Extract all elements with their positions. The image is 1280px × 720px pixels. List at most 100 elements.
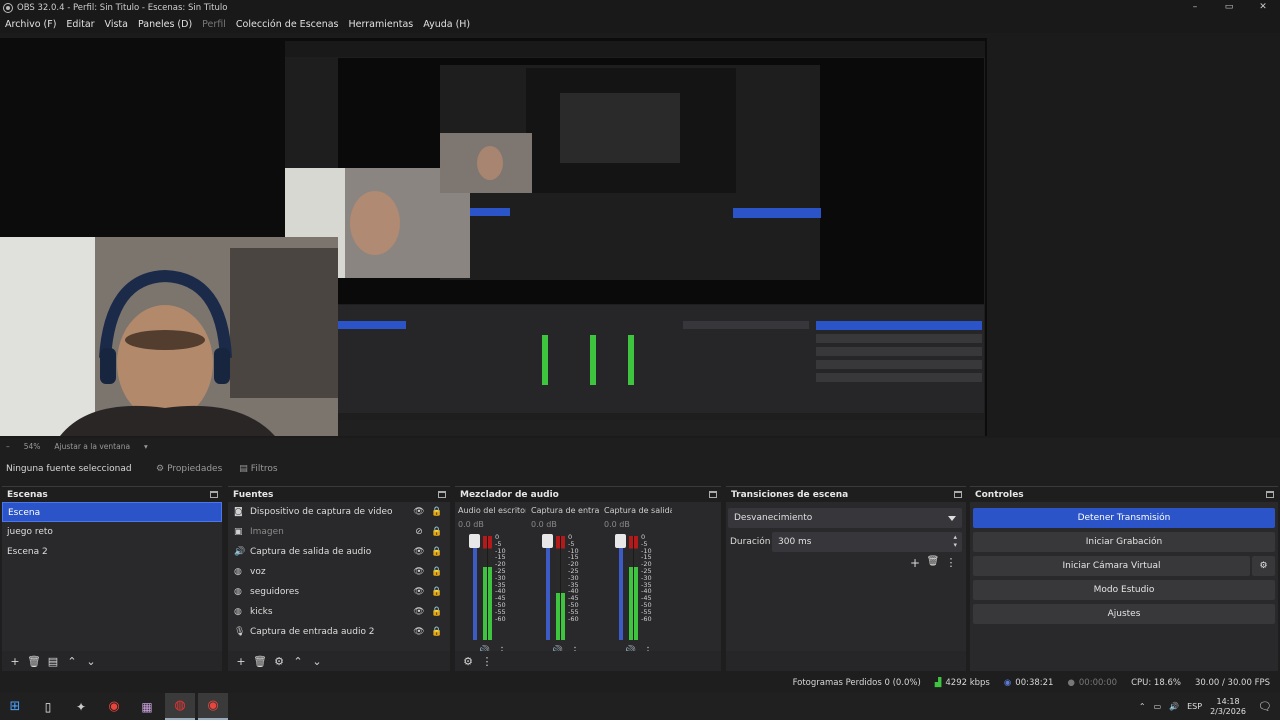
virtual-camera-settings-button[interactable]: ⚙ [1252, 556, 1275, 576]
move-up-icon[interactable]: ⌃ [64, 653, 80, 669]
zoom-out-button[interactable]: – [6, 442, 10, 451]
eye-icon[interactable]: 👁 [412, 607, 426, 617]
spin-arrows-icon[interactable]: ▴ ▾ [953, 533, 957, 549]
add-icon[interactable]: + [7, 653, 23, 669]
taskbar-app[interactable]: ▦ [132, 693, 162, 720]
taskbar-app[interactable]: ◉ [198, 693, 228, 720]
scenes-toolbar: + 🗑 ▤ ⌃ ⌄ [2, 651, 222, 671]
no-source-label: Ninguna fuente seleccionad [6, 463, 132, 474]
undock-icon[interactable] [709, 491, 717, 498]
volume-slider-track[interactable] [619, 536, 623, 640]
volume-slider-handle[interactable] [469, 534, 480, 548]
windows-logo-icon: ⊞ [9, 699, 21, 714]
gear-icon[interactable]: ⚙ [271, 653, 287, 669]
taskbar-app[interactable]: ◉ [99, 693, 129, 720]
notification-icon[interactable]: 🗨 [1258, 700, 1272, 713]
volume-slider-handle[interactable] [542, 534, 553, 548]
source-item[interactable]: ◍ kicks 👁 🔒 [228, 602, 450, 622]
eye-icon[interactable]: 👁 [412, 547, 426, 557]
maximize-icon[interactable]: ▭ [1212, 0, 1246, 15]
chevron-down-icon[interactable]: ▾ [144, 442, 148, 451]
source-item[interactable]: ▣ Imagen ⊘ 🔒 [228, 522, 450, 542]
move-down-icon[interactable]: ⌄ [83, 653, 99, 669]
channel-name: Audio del escritorio [458, 506, 526, 515]
eye-icon[interactable]: 👁 [412, 507, 426, 517]
zoom-mode-select[interactable]: Ajustar a la ventana [54, 442, 130, 451]
start-button[interactable]: ⊞ [0, 693, 30, 720]
language-indicator[interactable]: ESP [1187, 702, 1202, 711]
chevron-up-icon[interactable]: ⌃ [1139, 702, 1146, 711]
menu-help[interactable]: Ayuda (H) [423, 19, 470, 30]
lock-icon[interactable]: 🔒 [430, 547, 444, 557]
clock[interactable]: 14:18 2/3/2026 [1210, 697, 1246, 717]
add-icon[interactable]: + [906, 556, 924, 570]
transition-type-select[interactable]: Desvanecimiento [728, 508, 962, 528]
source-item[interactable]: ◙ Dispositivo de captura de video 👁 🔒 [228, 502, 450, 522]
stream-timer: ◉ 00:38:21 [1004, 678, 1054, 688]
scene-item[interactable]: Escena [2, 502, 222, 522]
filters-button[interactable]: ▤ Filtros [232, 459, 284, 479]
minimize-icon[interactable]: – [1178, 0, 1212, 15]
stop-streaming-button[interactable]: Detener Transmisión [973, 508, 1275, 528]
preview-canvas[interactable] [0, 38, 987, 436]
taskbar-app-obs[interactable]: ◍ [165, 693, 195, 720]
taskbar-app[interactable]: ✦ [66, 693, 96, 720]
volume-slider-track[interactable] [473, 536, 477, 640]
studio-mode-button[interactable]: Modo Estudio [973, 580, 1275, 600]
source-item[interactable]: 🔊 Captura de salida de audio 👁 🔒 [228, 542, 450, 562]
menu-edit[interactable]: Editar [66, 19, 94, 30]
lock-icon[interactable]: 🔒 [430, 587, 444, 597]
lock-icon[interactable]: 🔒 [430, 527, 444, 537]
source-item[interactable]: ◍ seguidores 👁 🔒 [228, 582, 450, 602]
properties-button[interactable]: ⚙ Propiedades [149, 459, 229, 479]
transition-toolbar: + 🗑 ⋮ [906, 556, 960, 570]
menu-profile[interactable]: Perfil [202, 19, 226, 30]
more-icon[interactable]: ⋮ [942, 556, 960, 570]
eye-hidden-icon[interactable]: ⊘ [412, 527, 426, 537]
trash-icon[interactable]: 🗑 [924, 556, 942, 570]
meter-scale-tick: -60 [568, 614, 579, 623]
move-up-icon[interactable]: ⌃ [290, 653, 306, 669]
trash-icon[interactable]: 🗑 [26, 653, 42, 669]
lock-icon[interactable]: 🔒 [430, 507, 444, 517]
start-recording-button[interactable]: Iniciar Grabación [973, 532, 1275, 552]
taskbar-app[interactable]: ▯ [33, 693, 63, 720]
menu-scene-collection[interactable]: Colección de Escenas [236, 19, 339, 30]
menu-view[interactable]: Vista [105, 19, 128, 30]
lock-icon[interactable]: 🔒 [430, 627, 444, 637]
meter-scale: 0 -5 -10 -15 -20 -25 -30 -35 -40 -45 -50 -55 -60 [495, 534, 517, 644]
start-virtual-camera-button[interactable]: Iniciar Cámara Virtual [973, 556, 1250, 576]
lock-icon[interactable]: 🔒 [430, 607, 444, 617]
scene-item[interactable]: Escena 2 [2, 542, 222, 562]
eye-icon[interactable]: 👁 [412, 567, 426, 577]
volume-slider-handle[interactable] [615, 534, 626, 548]
network-icon[interactable]: ▭ [1154, 702, 1162, 711]
undock-icon[interactable] [210, 491, 218, 498]
menu-file[interactable]: Archivo (F) [5, 19, 56, 30]
volume-slider-track[interactable] [546, 536, 550, 640]
image-icon: ▣ [234, 527, 243, 537]
volume-meter [556, 536, 565, 640]
trash-icon[interactable]: 🗑 [252, 653, 268, 669]
undock-icon[interactable] [438, 491, 446, 498]
volume-icon[interactable]: 🔊 [1169, 702, 1179, 711]
eye-icon[interactable]: 👁 [412, 627, 426, 637]
lock-icon[interactable]: 🔒 [430, 567, 444, 577]
duration-spinbox[interactable]: 300 ms ▴ ▾ [772, 532, 962, 552]
add-icon[interactable]: + [233, 653, 249, 669]
source-item[interactable]: ◍ voz 👁 🔒 [228, 562, 450, 582]
eye-icon[interactable]: 👁 [412, 587, 426, 597]
advanced-audio-icon[interactable]: ⚙ [460, 653, 476, 669]
settings-button[interactable]: Ajustes [973, 604, 1275, 624]
undock-icon[interactable] [954, 491, 962, 498]
filter-icon[interactable]: ▤ [45, 653, 61, 669]
undock-icon[interactable] [1266, 491, 1274, 498]
globe-icon: ◍ [234, 607, 242, 617]
more-icon[interactable]: ⋮ [479, 653, 495, 669]
scene-item[interactable]: juego reto [2, 522, 222, 542]
close-icon[interactable]: ✕ [1246, 0, 1280, 15]
source-item[interactable]: 🎙 Captura de entrada audio 2 👁 🔒 [228, 622, 450, 642]
menu-tools[interactable]: Herramientas [349, 19, 414, 30]
move-down-icon[interactable]: ⌄ [309, 653, 325, 669]
menu-docks[interactable]: Paneles (D) [138, 19, 192, 30]
